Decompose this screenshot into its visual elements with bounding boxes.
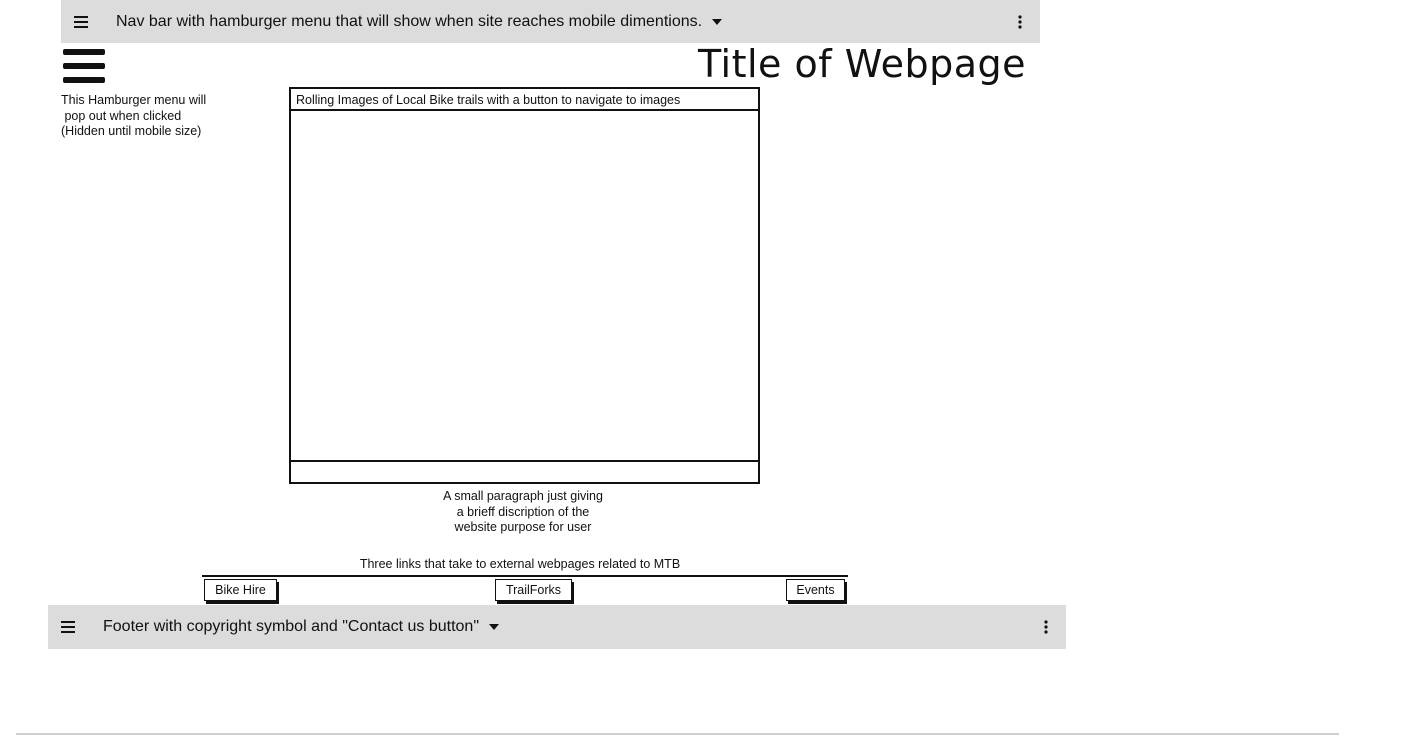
carousel-image-area[interactable] [291, 111, 758, 460]
links-divider [202, 575, 848, 577]
hamburger-icon[interactable] [61, 15, 101, 28]
top-nav-bar: Nav bar with hamburger menu that will sh… [61, 0, 1040, 43]
carousel-navigation-button[interactable] [291, 460, 758, 482]
nav-bar-label: Nav bar with hamburger menu that will sh… [116, 12, 703, 30]
kebab-icon[interactable] [1026, 620, 1066, 634]
image-carousel[interactable]: Rolling Images of Local Bike trails with… [289, 87, 760, 484]
caret-down-icon[interactable] [489, 624, 499, 630]
hamburger-menu-icon[interactable] [63, 48, 107, 86]
kebab-icon[interactable] [1000, 14, 1040, 29]
bike-hire-button[interactable]: Bike Hire [204, 579, 277, 601]
description-paragraph: A small paragraph just giving a brieff d… [443, 489, 603, 534]
trailforks-button[interactable]: TrailForks [495, 579, 572, 601]
hamburger-note: This Hamburger menu will pop out when cl… [61, 93, 207, 138]
page-title: Title of Webpage [698, 42, 1026, 86]
bottom-scroll-line [16, 733, 1339, 735]
carousel-header: Rolling Images of Local Bike trails with… [291, 89, 758, 111]
events-button[interactable]: Events [786, 579, 845, 601]
footer-label: Footer with copyright symbol and "Contac… [103, 618, 479, 635]
footer-bar: Footer with copyright symbol and "Contac… [48, 605, 1066, 649]
caret-down-icon[interactable] [712, 18, 723, 25]
links-label: Three links that take to external webpag… [359, 557, 681, 571]
hamburger-icon[interactable] [48, 621, 88, 633]
